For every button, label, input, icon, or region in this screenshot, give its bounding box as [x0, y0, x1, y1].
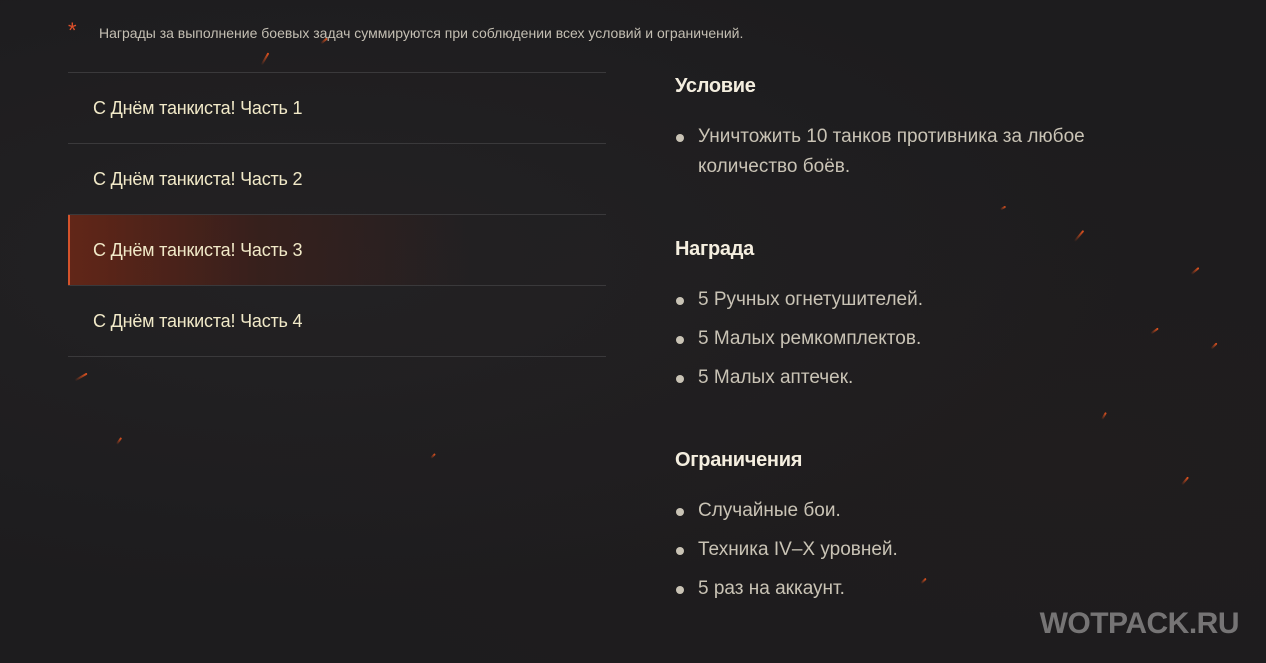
condition-section: Условие Уничтожить 10 танков противника … [675, 75, 1155, 182]
site-watermark: WOTPACK.RU [1039, 607, 1240, 640]
reward-title: Награда [675, 238, 754, 260]
spark-decoration [999, 205, 1007, 211]
tab-part-1[interactable]: С Днём танкиста! Часть 1 [68, 73, 606, 144]
list-item: Уничтожить 10 танков противника за любое… [675, 122, 1155, 182]
limits-title: Ограничения [675, 449, 803, 471]
reward-list: 5 Ручных огнетушителей. 5 Малых ремкомпл… [675, 285, 1155, 393]
list-item: 5 раз на аккаунт. [675, 574, 1155, 604]
spark-decoration [74, 372, 88, 382]
list-item: 5 Малых аптечек. [675, 363, 1155, 393]
rewards-note-text: Награды за выполнение боевых задач сумми… [99, 25, 744, 41]
limits-list: Случайные бои. Техника IV–X уровней. 5 р… [675, 496, 1155, 604]
asterisk-icon: * [68, 18, 77, 43]
spark-decoration [1210, 342, 1218, 350]
spark-decoration [260, 52, 270, 66]
spark-decoration [1190, 267, 1200, 275]
condition-list: Уничтожить 10 танков противника за любое… [675, 122, 1155, 182]
tab-part-4[interactable]: С Днём танкиста! Часть 4 [68, 286, 606, 357]
tab-part-2[interactable]: С Днём танкиста! Часть 2 [68, 144, 606, 215]
list-item: 5 Малых ремкомплектов. [675, 324, 1155, 354]
tab-label: С Днём танкиста! Часть 1 [93, 97, 303, 118]
reward-section: Награда 5 Ручных огнетушителей. 5 Малых … [675, 238, 1155, 402]
tab-label: С Днём танкиста! Часть 4 [93, 310, 303, 331]
condition-title: Условие [675, 75, 756, 97]
spark-decoration [430, 453, 436, 459]
limits-section: Ограничения Случайные бои. Техника IV–X … [675, 449, 1155, 613]
mission-tabs: С Днём танкиста! Часть 1 С Днём танкиста… [68, 72, 606, 357]
rewards-note: * Награды за выполнение боевых задач сум… [68, 18, 744, 45]
spark-decoration [1181, 476, 1189, 486]
tab-part-3[interactable]: С Днём танкиста! Часть 3 [68, 215, 606, 286]
spark-decoration [115, 437, 123, 445]
list-item: Техника IV–X уровней. [675, 535, 1155, 565]
list-item: Случайные бои. [675, 496, 1155, 526]
list-item: 5 Ручных огнетушителей. [675, 285, 1155, 315]
spark-decoration [1101, 412, 1107, 420]
tab-label: С Днём танкиста! Часть 3 [93, 239, 303, 260]
tab-label: С Днём танкиста! Часть 2 [93, 168, 303, 189]
